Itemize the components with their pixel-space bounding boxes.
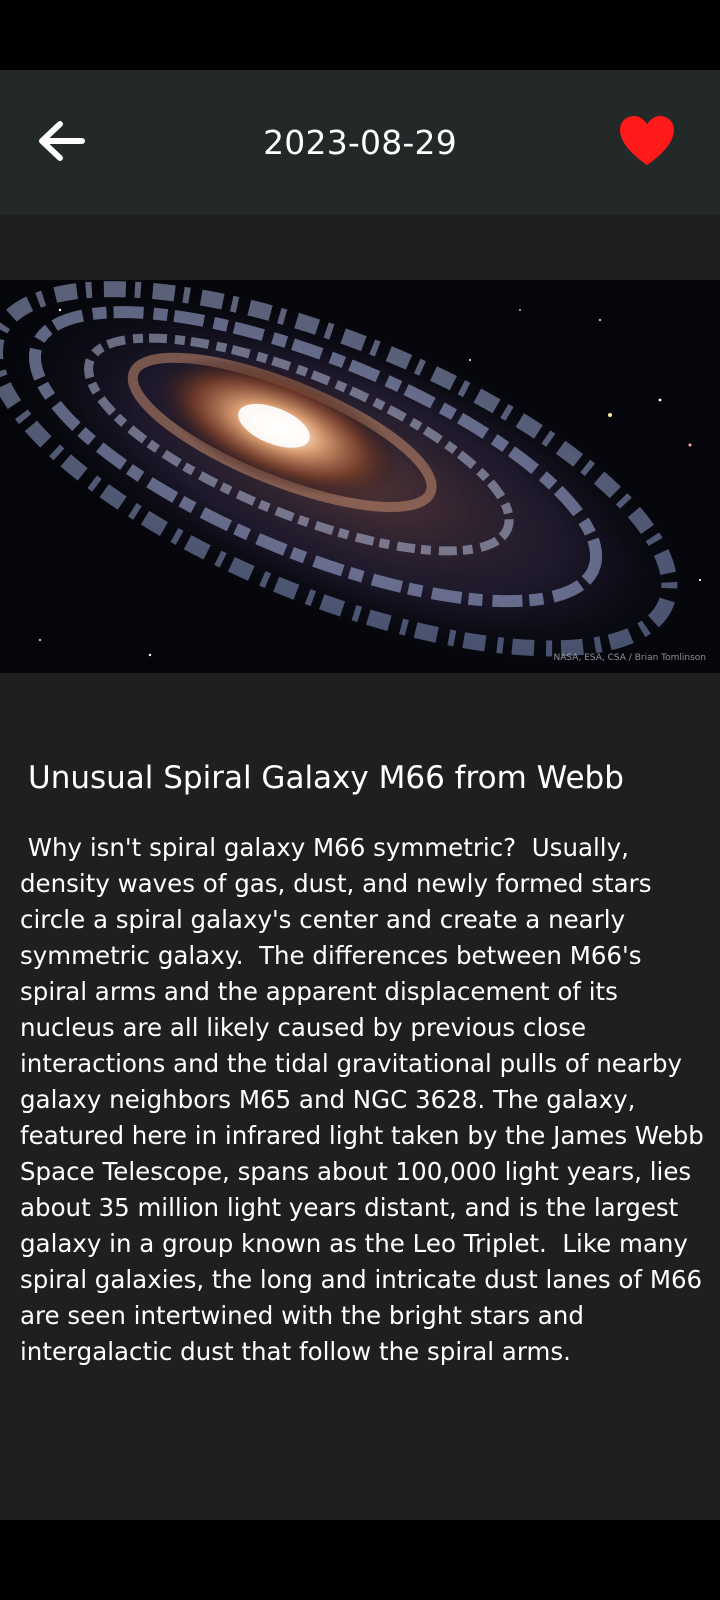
favorite-button[interactable] [614, 112, 680, 174]
app-bar: 2023-08-29 [0, 70, 720, 215]
status-bar [0, 0, 720, 70]
page-title: 2023-08-29 [263, 123, 457, 162]
back-button[interactable] [30, 112, 92, 174]
galaxy-image: NASA, ESA, CSA / Brian Tomlinson [0, 280, 720, 673]
article-body: Why isn't spiral galaxy M66 symmetric? U… [20, 833, 712, 1366]
article-title: Unusual Spiral Galaxy M66 from Webb [28, 760, 624, 796]
heart-icon [618, 115, 676, 171]
navigation-bar [0, 1520, 720, 1600]
detail-screen: 2023-08-29 NASA, ESA, CSA / Brian Tomlin… [0, 0, 720, 1600]
arrow-left-icon [36, 119, 86, 167]
image-credit: NASA, ESA, CSA / Brian Tomlinson [553, 653, 706, 663]
